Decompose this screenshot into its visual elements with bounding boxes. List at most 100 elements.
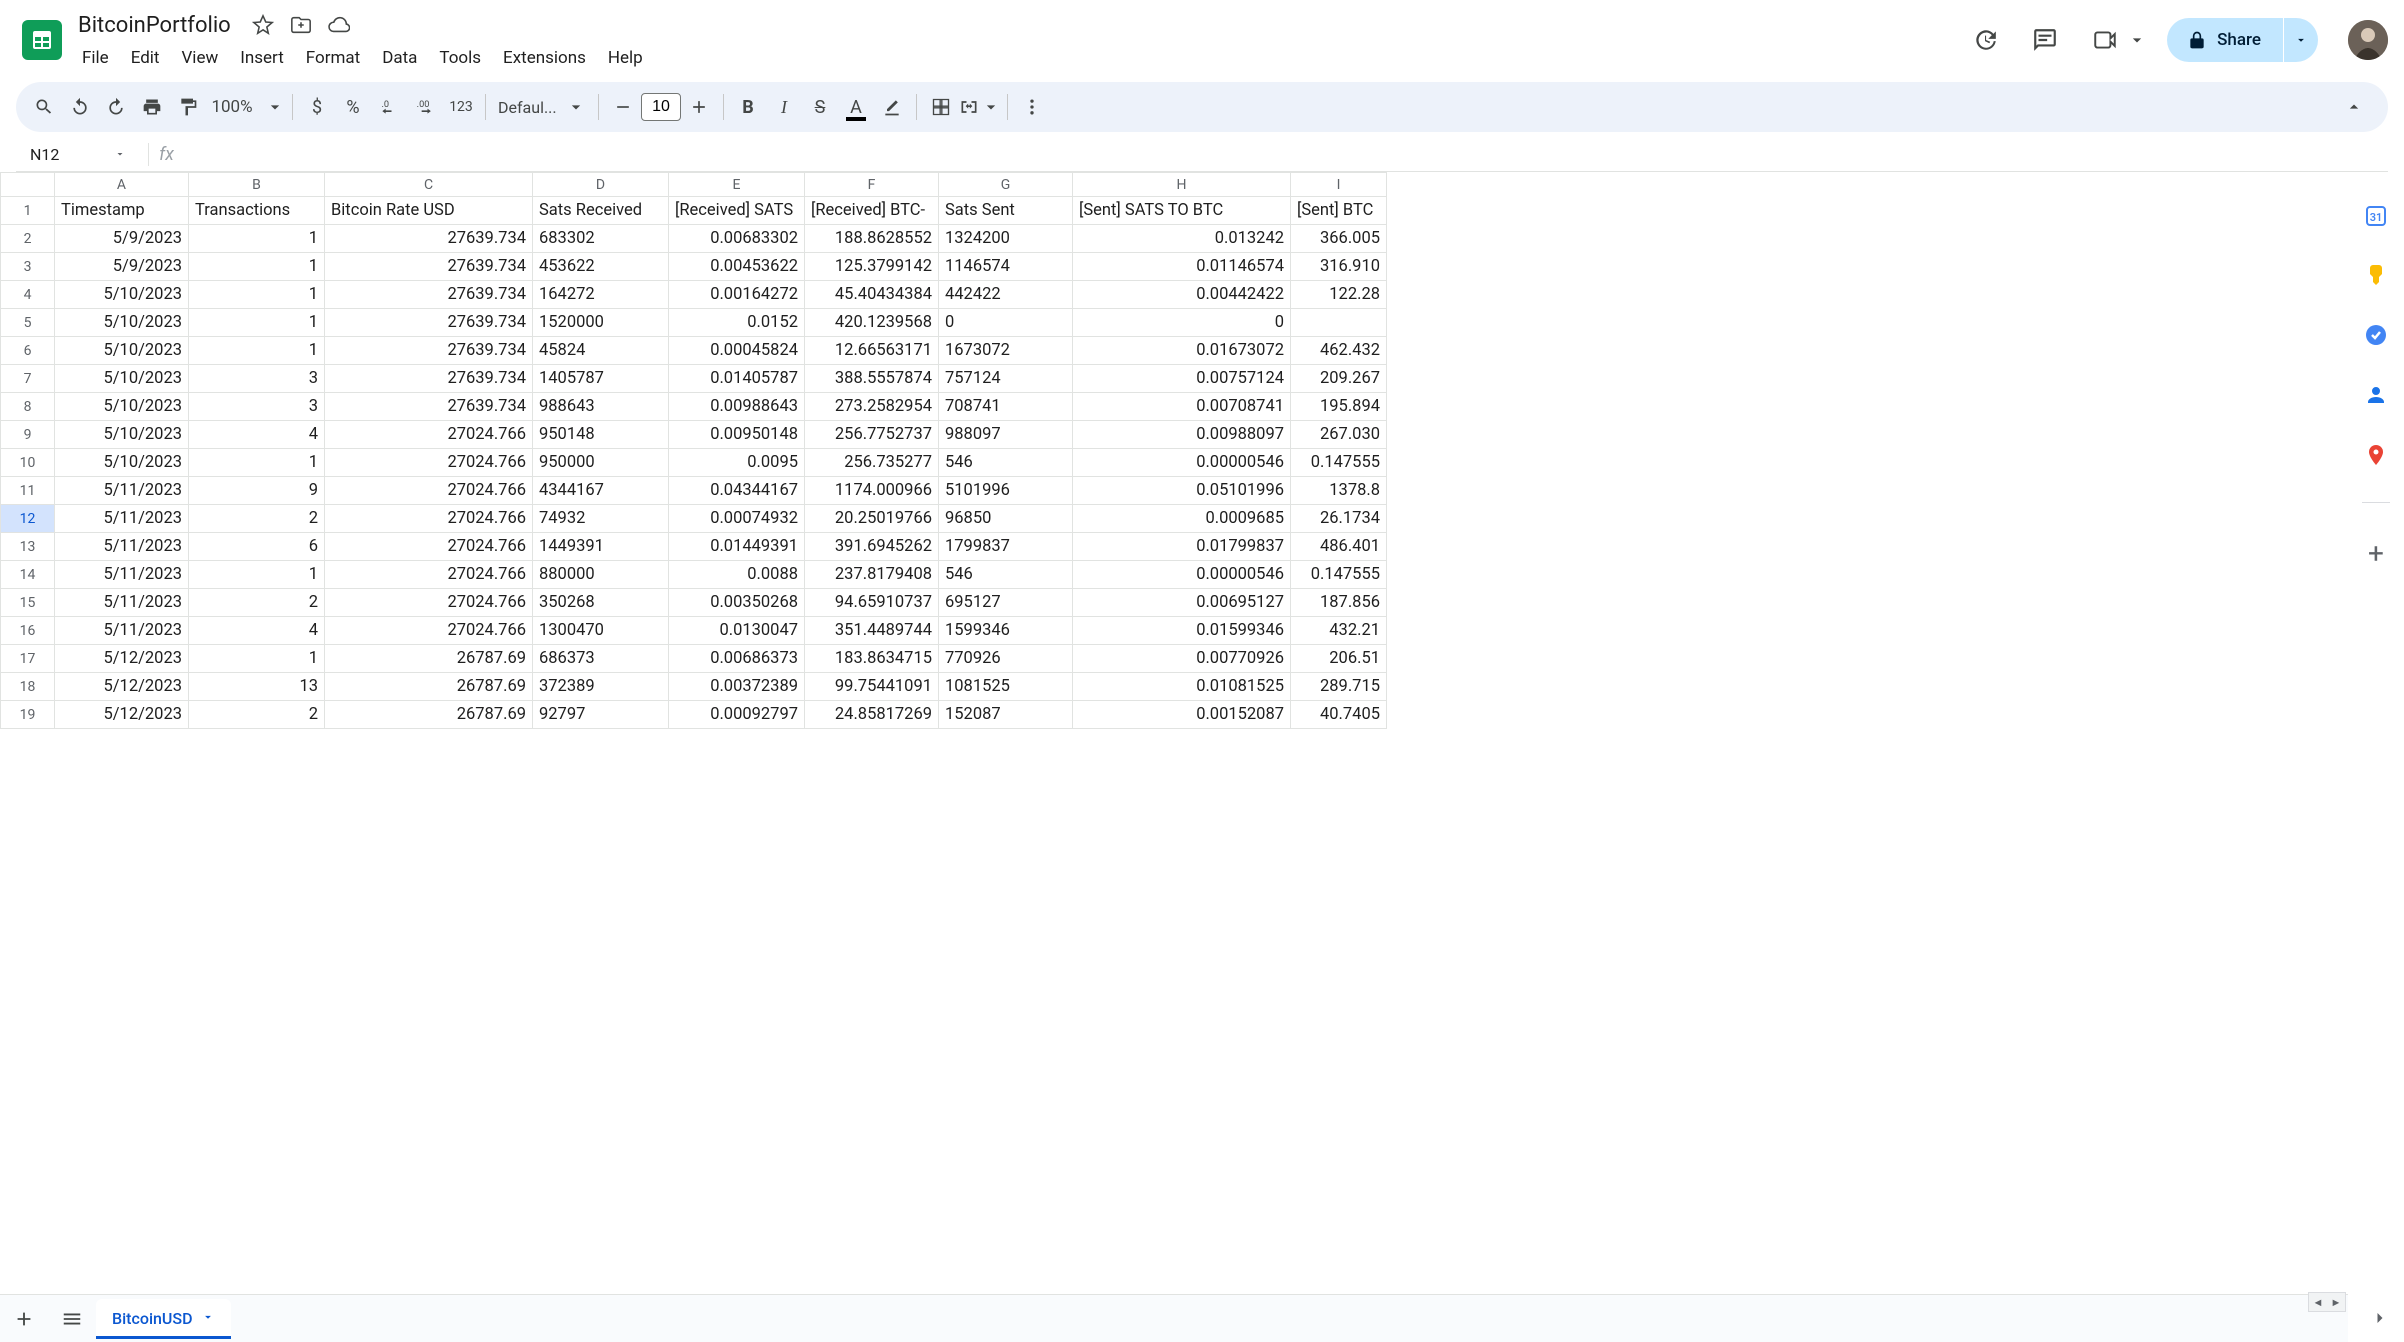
data-cell[interactable]: 13 bbox=[189, 673, 325, 701]
keep-icon[interactable] bbox=[2363, 262, 2389, 288]
data-cell[interactable]: 5/10/2023 bbox=[55, 449, 189, 477]
col-header[interactable]: C bbox=[325, 173, 533, 197]
data-cell[interactable]: 273.2582954 bbox=[805, 393, 939, 421]
data-cell[interactable] bbox=[1291, 309, 1387, 337]
data-cell[interactable]: 26787.69 bbox=[325, 645, 533, 673]
data-cell[interactable]: 1081525 bbox=[939, 673, 1073, 701]
data-cell[interactable]: 0 bbox=[1073, 309, 1291, 337]
data-cell[interactable]: 880000 bbox=[533, 561, 669, 589]
header-cell[interactable]: Sats Received bbox=[533, 197, 669, 225]
data-cell[interactable]: 351.4489744 bbox=[805, 617, 939, 645]
data-cell[interactable]: 486.401 bbox=[1291, 533, 1387, 561]
data-cell[interactable]: 1 bbox=[189, 561, 325, 589]
menu-tools[interactable]: Tools bbox=[429, 44, 491, 72]
data-cell[interactable]: 391.6945262 bbox=[805, 533, 939, 561]
data-cell[interactable]: 0.147555 bbox=[1291, 449, 1387, 477]
data-cell[interactable]: 96850 bbox=[939, 505, 1073, 533]
data-cell[interactable]: 4344167 bbox=[533, 477, 669, 505]
spreadsheet-grid[interactable]: ABCDEFGHI 1TimestampTransactionsBitcoin … bbox=[0, 172, 1387, 729]
data-cell[interactable]: 442422 bbox=[939, 281, 1073, 309]
data-cell[interactable]: 1378.8 bbox=[1291, 477, 1387, 505]
col-header[interactable]: B bbox=[189, 173, 325, 197]
select-all-corner[interactable] bbox=[1, 173, 55, 197]
menu-view[interactable]: View bbox=[171, 44, 228, 72]
data-cell[interactable]: 0.00442422 bbox=[1073, 281, 1291, 309]
data-cell[interactable]: 0.00453622 bbox=[669, 253, 805, 281]
data-cell[interactable]: 94.65910737 bbox=[805, 589, 939, 617]
data-cell[interactable]: 27024.766 bbox=[325, 589, 533, 617]
data-cell[interactable]: 0.04344167 bbox=[669, 477, 805, 505]
data-cell[interactable]: 1 bbox=[189, 645, 325, 673]
data-cell[interactable]: 5/9/2023 bbox=[55, 253, 189, 281]
data-cell[interactable]: 5/10/2023 bbox=[55, 365, 189, 393]
font-size-input[interactable] bbox=[641, 93, 681, 121]
data-cell[interactable]: 99.75441091 bbox=[805, 673, 939, 701]
data-cell[interactable]: 6 bbox=[189, 533, 325, 561]
col-header[interactable]: E bbox=[669, 173, 805, 197]
data-cell[interactable]: 0.00152087 bbox=[1073, 701, 1291, 729]
data-cell[interactable]: 9 bbox=[189, 477, 325, 505]
borders-button[interactable] bbox=[923, 89, 959, 125]
hide-side-panel-icon[interactable] bbox=[2370, 1308, 2390, 1332]
data-cell[interactable]: 5/11/2023 bbox=[55, 505, 189, 533]
row-header[interactable]: 15 bbox=[1, 589, 55, 617]
share-button[interactable]: Share bbox=[2167, 18, 2283, 62]
bold-button[interactable]: B bbox=[730, 89, 766, 125]
data-cell[interactable]: 0.00988643 bbox=[669, 393, 805, 421]
data-cell[interactable]: 0.0088 bbox=[669, 561, 805, 589]
data-cell[interactable]: 187.856 bbox=[1291, 589, 1387, 617]
row-header[interactable]: 5 bbox=[1, 309, 55, 337]
grid-scroll[interactable]: ABCDEFGHI 1TimestampTransactionsBitcoin … bbox=[0, 172, 2348, 1294]
print-icon[interactable] bbox=[134, 89, 170, 125]
row-header[interactable]: 14 bbox=[1, 561, 55, 589]
row-header[interactable]: 17 bbox=[1, 645, 55, 673]
menu-insert[interactable]: Insert bbox=[230, 44, 294, 72]
data-cell[interactable]: 92797 bbox=[533, 701, 669, 729]
menu-help[interactable]: Help bbox=[598, 44, 653, 72]
data-cell[interactable]: 1174.000966 bbox=[805, 477, 939, 505]
row-header[interactable]: 9 bbox=[1, 421, 55, 449]
col-header[interactable]: F bbox=[805, 173, 939, 197]
contacts-icon[interactable] bbox=[2363, 382, 2389, 408]
data-cell[interactable]: 432.21 bbox=[1291, 617, 1387, 645]
app-logo[interactable] bbox=[16, 8, 68, 72]
data-cell[interactable]: 209.267 bbox=[1291, 365, 1387, 393]
header-cell[interactable]: Sats Sent bbox=[939, 197, 1073, 225]
paint-format-icon[interactable] bbox=[170, 89, 206, 125]
data-cell[interactable]: 0.00950148 bbox=[669, 421, 805, 449]
row-header[interactable]: 10 bbox=[1, 449, 55, 477]
data-cell[interactable]: 267.030 bbox=[1291, 421, 1387, 449]
data-cell[interactable]: 0.00045824 bbox=[669, 337, 805, 365]
data-cell[interactable]: 1405787 bbox=[533, 365, 669, 393]
account-avatar[interactable] bbox=[2348, 20, 2388, 60]
data-cell[interactable]: 45.40434384 bbox=[805, 281, 939, 309]
data-cell[interactable]: 0.0009685 bbox=[1073, 505, 1291, 533]
redo-icon[interactable] bbox=[98, 89, 134, 125]
data-cell[interactable]: 40.7405 bbox=[1291, 701, 1387, 729]
data-cell[interactable]: 0.05101996 bbox=[1073, 477, 1291, 505]
col-header[interactable]: I bbox=[1291, 173, 1387, 197]
data-cell[interactable]: 256.7752737 bbox=[805, 421, 939, 449]
data-cell[interactable]: 5/11/2023 bbox=[55, 477, 189, 505]
data-cell[interactable]: 27639.734 bbox=[325, 309, 533, 337]
data-cell[interactable]: 0.147555 bbox=[1291, 561, 1387, 589]
percent-icon[interactable]: % bbox=[335, 89, 371, 125]
data-cell[interactable]: 0.00683302 bbox=[669, 225, 805, 253]
data-cell[interactable]: 0.00686373 bbox=[669, 645, 805, 673]
dec-font-size[interactable] bbox=[605, 89, 641, 125]
data-cell[interactable]: 20.25019766 bbox=[805, 505, 939, 533]
inc-decimal-icon[interactable]: .00 bbox=[407, 89, 443, 125]
data-cell[interactable]: 0.00092797 bbox=[669, 701, 805, 729]
formula-input[interactable] bbox=[184, 138, 2388, 171]
data-cell[interactable]: 0.00372389 bbox=[669, 673, 805, 701]
data-cell[interactable]: 289.715 bbox=[1291, 673, 1387, 701]
add-sheet-button[interactable] bbox=[0, 1295, 48, 1342]
data-cell[interactable]: 183.8634715 bbox=[805, 645, 939, 673]
row-header[interactable]: 6 bbox=[1, 337, 55, 365]
hscroll-nav[interactable]: ◄► bbox=[2308, 1292, 2346, 1312]
data-cell[interactable]: 1 bbox=[189, 253, 325, 281]
data-cell[interactable]: 26.1734 bbox=[1291, 505, 1387, 533]
data-cell[interactable]: 0.00074932 bbox=[669, 505, 805, 533]
row-header[interactable]: 8 bbox=[1, 393, 55, 421]
data-cell[interactable]: 0 bbox=[939, 309, 1073, 337]
